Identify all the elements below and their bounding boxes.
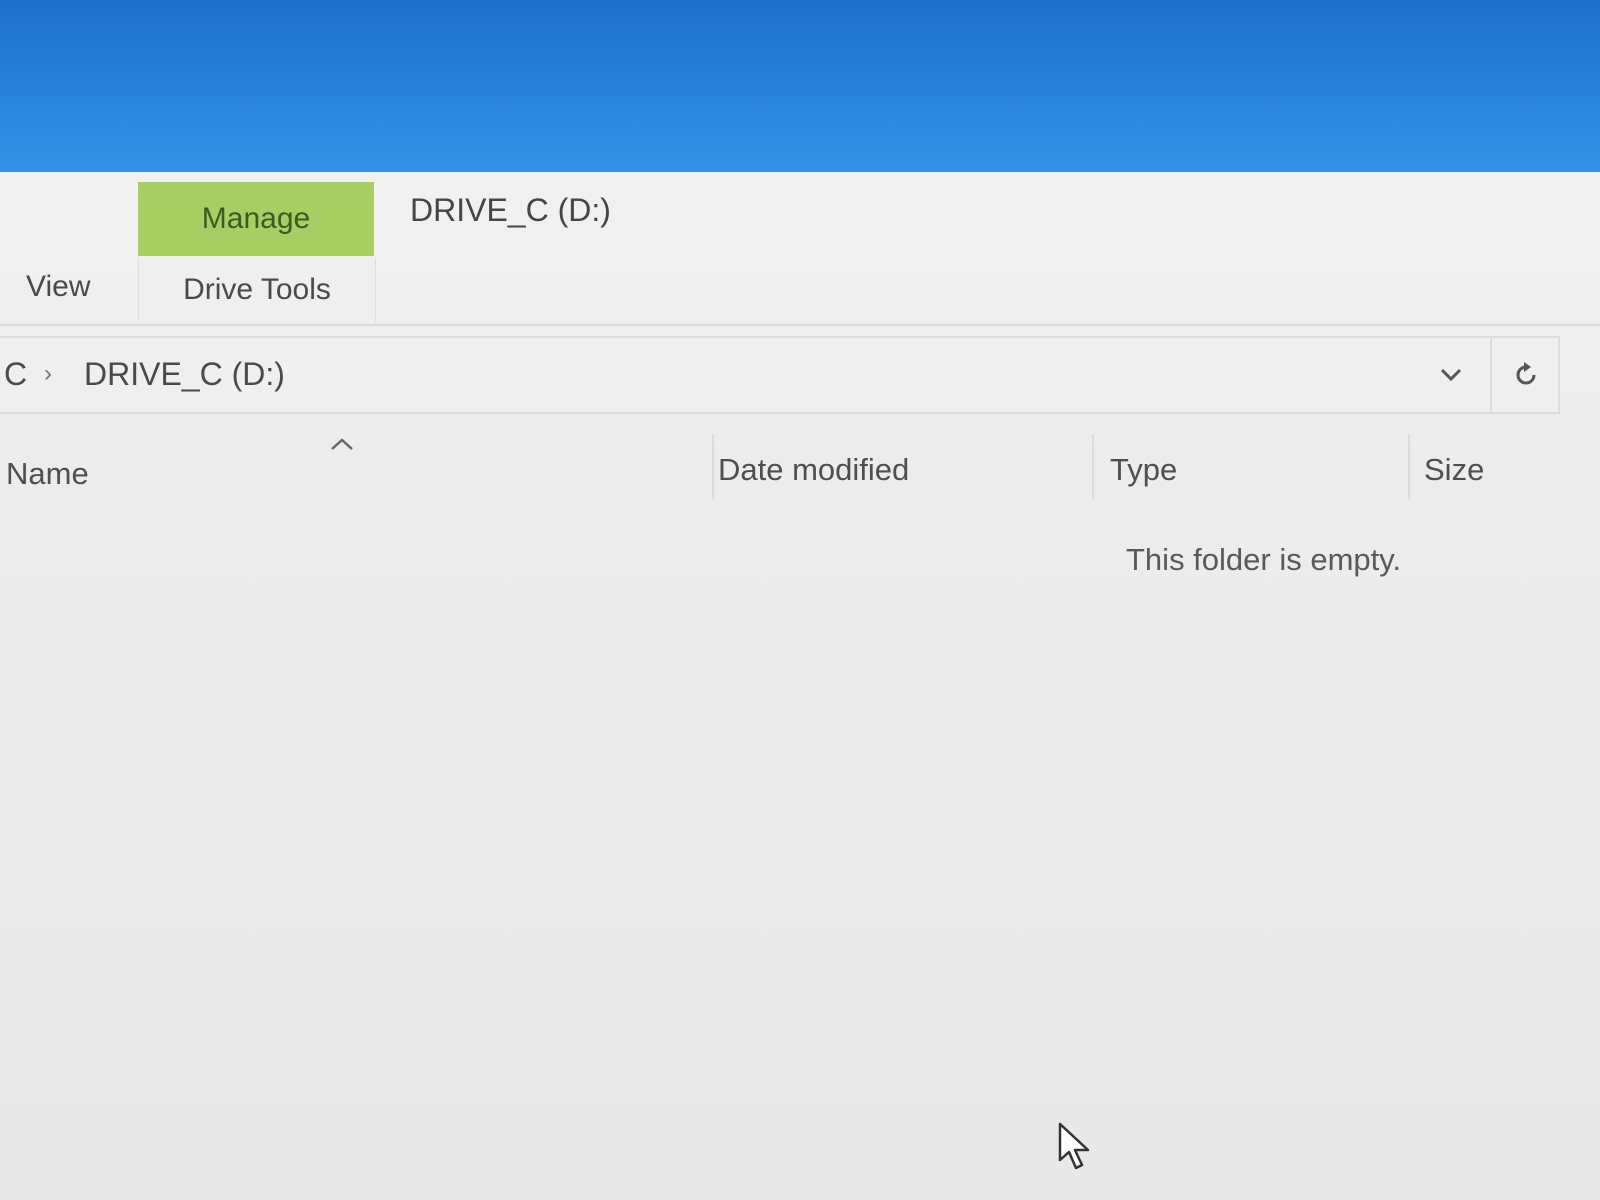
address-bar[interactable]: C › DRIVE_C (D:) — [0, 336, 1560, 414]
manage-label: Manage — [201, 202, 311, 235]
breadcrumb-this-pc[interactable]: C — [4, 356, 27, 393]
window-title: DRIVE_C (D:) — [410, 192, 611, 228]
desktop-background — [0, 0, 1600, 178]
column-date-modified[interactable]: Date modified — [718, 452, 909, 488]
file-explorer-window: Manage DRIVE_C (D:) View Drive Tools C ›… — [0, 172, 1600, 1200]
column-type[interactable]: Type — [1110, 452, 1177, 488]
tab-drive-tools[interactable]: Drive Tools — [138, 258, 376, 322]
title-bar: Manage DRIVE_C (D:) — [0, 172, 1600, 258]
breadcrumb-separator[interactable]: › — [44, 360, 52, 388]
ribbon-tabs: View Drive Tools — [0, 258, 1600, 326]
chevron-up-icon — [331, 438, 353, 450]
column-size[interactable]: Size — [1424, 452, 1484, 488]
address-history-dropdown[interactable] — [1436, 360, 1466, 390]
tab-view[interactable]: View — [26, 270, 90, 304]
manage-context-tab[interactable]: Manage — [138, 182, 374, 256]
chevron-down-icon — [1440, 368, 1462, 382]
breadcrumb-current[interactable]: DRIVE_C (D:) — [84, 356, 285, 393]
column-divider[interactable] — [1408, 434, 1410, 500]
column-headers: Name Date modified Type Size — [0, 434, 1600, 504]
empty-folder-message: This folder is empty. — [1126, 542, 1402, 577]
tab-drive-tools-label: Drive Tools — [183, 273, 331, 306]
mouse-pointer-icon — [1058, 1122, 1090, 1170]
refresh-icon — [1516, 362, 1536, 385]
column-name[interactable]: Name — [6, 456, 89, 492]
column-divider[interactable] — [1092, 434, 1094, 500]
column-divider[interactable] — [712, 434, 714, 500]
refresh-button[interactable] — [1490, 338, 1560, 412]
